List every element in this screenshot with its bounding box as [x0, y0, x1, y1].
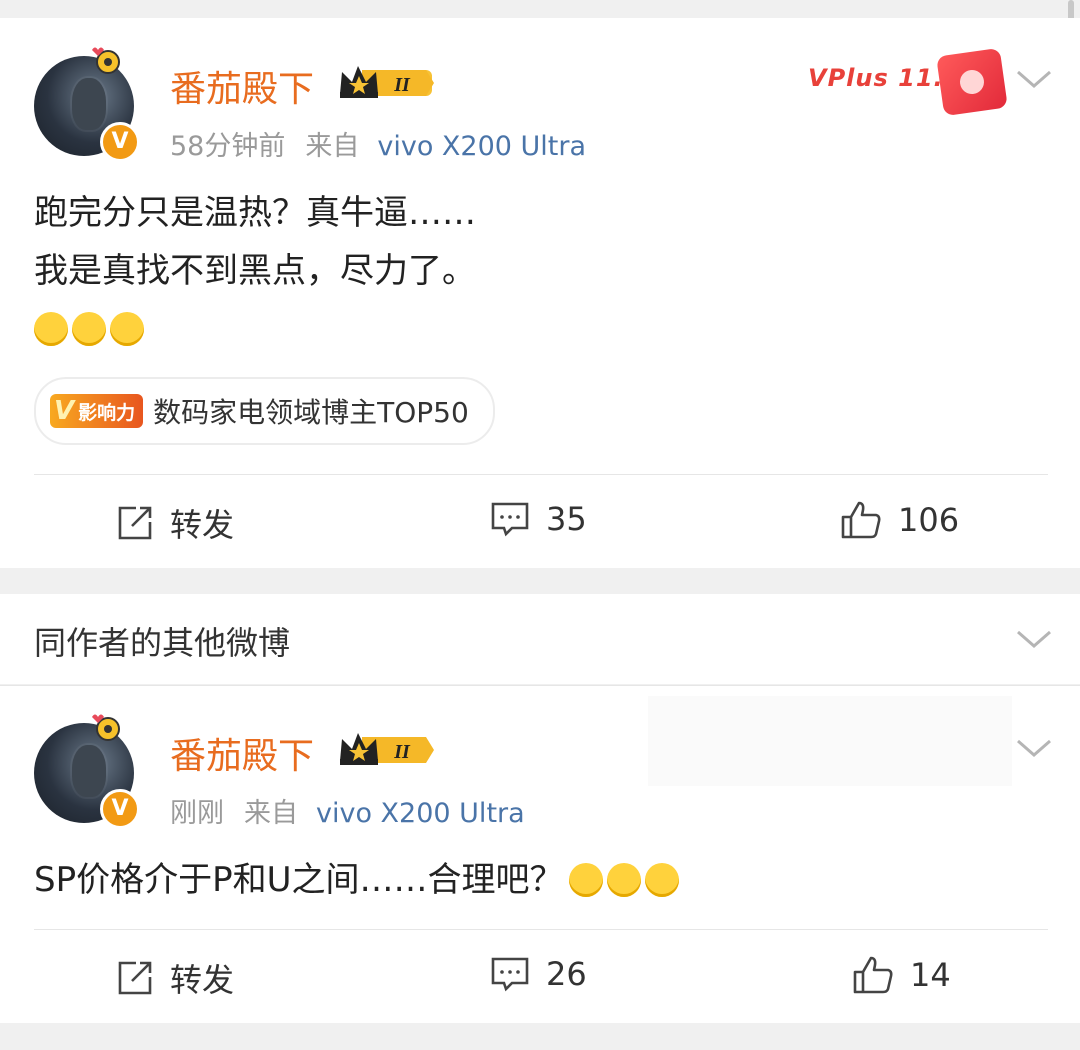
promo-banner[interactable]: VPlus 11.11 — [800, 38, 1020, 128]
avatar-decoration-icon — [92, 714, 120, 741]
comment-icon — [491, 502, 529, 537]
content-text: SP价格介于P和U之间……合理吧？ — [34, 860, 564, 900]
crown-level-icon: II — [340, 733, 434, 765]
post-meta: 58分钟前 来自 vivo X200 Ultra — [170, 124, 586, 163]
post-time: 刚刚 — [170, 798, 224, 829]
content-line-1: 跑完分只是温热？真牛逼…… — [34, 193, 476, 233]
comment-count: 26 — [546, 955, 587, 993]
influence-badge-text: 影响力 — [78, 401, 136, 424]
repost-button[interactable]: 转发 — [116, 500, 234, 546]
emoji-icon — [645, 863, 680, 897]
emoji-icon — [569, 863, 604, 897]
emoji-row — [34, 300, 476, 358]
like-button[interactable]: 106 — [840, 500, 959, 540]
like-icon — [841, 501, 881, 539]
divider — [0, 685, 1080, 686]
username[interactable]: 番茄殿下 — [170, 727, 314, 779]
chevron-down-icon[interactable] — [1014, 624, 1054, 654]
like-count: 14 — [910, 956, 951, 994]
verified-v-icon: V — [100, 789, 140, 829]
like-icon — [853, 956, 893, 994]
avatar-decoration-icon — [92, 47, 120, 74]
content-line-2: 我是真找不到黑点，尽力了。 — [34, 251, 476, 291]
level-text: II — [393, 74, 411, 96]
emoji-icon — [34, 312, 68, 346]
device-link[interactable]: vivo X200 Ultra — [377, 131, 586, 162]
post-meta: 刚刚 来自 vivo X200 Ultra — [170, 791, 525, 830]
influence-badge: V 影响力 — [50, 394, 144, 428]
influence-label: 数码家电领域博主TOP50 — [153, 396, 469, 429]
comment-count: 35 — [546, 500, 587, 538]
from-label: 来自 — [305, 131, 360, 162]
device-link[interactable]: vivo X200 Ultra — [316, 798, 525, 829]
chevron-down-icon[interactable] — [1014, 64, 1054, 94]
repost-label: 转发 — [170, 961, 235, 999]
post-content: SP价格介于P和U之间……合理吧？ — [34, 851, 683, 909]
top-gap — [0, 0, 1080, 18]
blank-area — [648, 696, 1012, 786]
comment-button[interactable]: 35 — [490, 500, 587, 538]
repost-label: 转发 — [170, 506, 235, 544]
post-card-1: V 番茄殿下 II 58分钟前 来自 vivo X200 Ultra VPlus 1… — [0, 18, 1080, 568]
repost-icon — [118, 961, 152, 995]
influence-tag[interactable]: V 影响力 数码家电领域博主TOP50 — [34, 377, 495, 445]
like-count: 106 — [898, 501, 960, 539]
emoji-icon — [110, 312, 144, 346]
comment-icon — [491, 957, 529, 992]
influence-v-icon: V — [54, 396, 75, 426]
red-envelope-icon — [936, 47, 1008, 117]
repost-icon — [118, 506, 152, 540]
post-content: 跑完分只是温热？真牛逼…… 我是真找不到黑点，尽力了。 — [34, 184, 476, 358]
verified-v-icon: V — [100, 122, 140, 162]
section-title: 同作者的其他微博 — [34, 624, 291, 662]
chevron-down-icon[interactable] — [1014, 733, 1054, 763]
divider — [34, 474, 1048, 475]
level-text: II — [393, 741, 411, 763]
post-time: 58分钟前 — [170, 131, 286, 162]
comment-button[interactable]: 26 — [490, 955, 587, 993]
username[interactable]: 番茄殿下 — [170, 60, 314, 112]
post-card-2: V 番茄殿下 II 刚刚 来自 vivo X200 Ultra SP价格介于P和U之… — [0, 685, 1080, 1023]
repost-button[interactable]: 转发 — [116, 955, 234, 1001]
crown-level-icon: II — [340, 66, 434, 98]
section-header[interactable]: 同作者的其他微博 — [0, 594, 1080, 684]
emoji-icon — [607, 863, 642, 897]
emoji-icon — [72, 312, 106, 346]
from-label: 来自 — [244, 798, 298, 829]
divider — [34, 929, 1048, 930]
like-button[interactable]: 14 — [852, 955, 951, 995]
